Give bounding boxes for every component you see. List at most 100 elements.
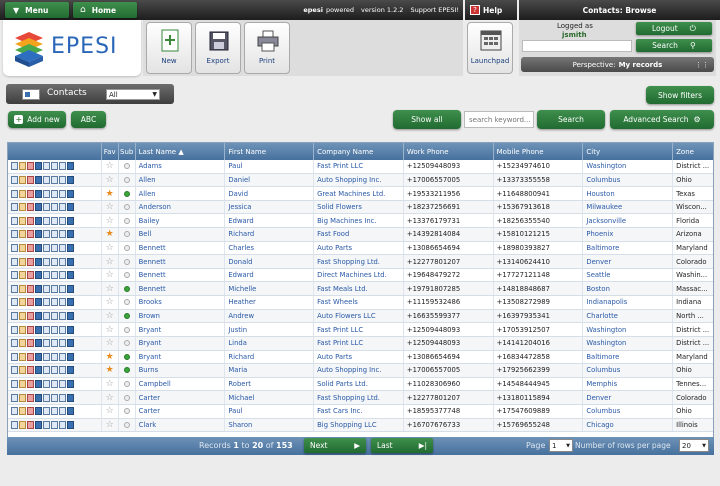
star-icon[interactable]: ☆ [106, 379, 114, 389]
page-select[interactable]: 1 ▼ [549, 439, 573, 452]
info-icon[interactable] [43, 284, 50, 293]
company-cell[interactable]: Big Shopping LLC [314, 418, 404, 432]
copy-icon[interactable] [35, 243, 42, 252]
edit-icon[interactable] [19, 352, 26, 361]
last-name-cell[interactable]: Bryant [136, 336, 226, 350]
star-icon[interactable]: ☆ [106, 243, 114, 253]
copy-icon[interactable] [35, 325, 42, 334]
calendar-icon[interactable] [59, 162, 66, 171]
first-name-cell[interactable]: Charles [225, 241, 315, 255]
company-cell[interactable]: Auto Shopping Inc. [314, 173, 404, 187]
table-row[interactable]: ★ Bryant Richard Auto Parts +13086654694 +168… [8, 350, 713, 365]
details-icon[interactable] [67, 284, 74, 293]
edit-icon[interactable] [19, 366, 26, 375]
last-name-cell[interactable]: Brooks [136, 296, 226, 309]
city-cell[interactable]: Seattle [583, 268, 674, 282]
delete-icon[interactable] [27, 284, 34, 293]
copy-icon[interactable] [35, 298, 42, 307]
user-search-button[interactable]: Search ⚲ [636, 39, 712, 52]
note-icon[interactable] [51, 298, 58, 307]
company-cell[interactable]: Solid Flowers [314, 200, 404, 214]
star-icon[interactable]: ☆ [106, 216, 114, 226]
subscribe-icon[interactable] [123, 313, 130, 319]
copy-icon[interactable] [35, 230, 42, 239]
delete-icon[interactable] [27, 257, 34, 266]
details-icon[interactable] [67, 393, 74, 402]
column-header-last-name[interactable]: Last Name ▲ [136, 143, 226, 160]
copy-icon[interactable] [35, 312, 42, 320]
table-row[interactable]: ☆ Campbell Robert Solid Parts Ltd. +11028306… [8, 377, 713, 392]
menu-button[interactable]: ▼ Menu [5, 2, 69, 18]
table-row[interactable]: ☆ Bennett Charles Auto Parts +13086654694 +18… [8, 241, 713, 256]
calendar-icon[interactable] [59, 298, 66, 307]
first-name-cell[interactable]: Paul [225, 404, 315, 418]
delete-icon[interactable] [27, 325, 34, 334]
note-icon[interactable] [51, 162, 58, 171]
subscribe-icon[interactable] [123, 258, 130, 265]
delete-icon[interactable] [27, 216, 34, 225]
edit-icon[interactable] [19, 243, 26, 252]
view-icon[interactable] [11, 325, 18, 334]
company-cell[interactable]: Fast Cars Inc. [314, 404, 404, 418]
table-row[interactable]: ☆ Brooks Heather Fast Wheels +11159532486 +13… [8, 296, 713, 310]
details-icon[interactable] [67, 271, 74, 280]
help-button[interactable]: ? Help [470, 3, 510, 17]
table-row[interactable]: ☆ Clark Sharon Big Shopping LLC +16707676733… [8, 418, 713, 433]
table-row[interactable]: ★ Bell Richard Fast Food +14392814084 +158101… [8, 228, 713, 242]
details-icon[interactable] [67, 366, 74, 375]
copy-icon[interactable] [35, 175, 42, 184]
details-icon[interactable] [67, 380, 74, 389]
delete-icon[interactable] [27, 312, 34, 320]
star-icon[interactable]: ★ [106, 352, 114, 362]
perspective-bar[interactable]: Perspective: My records ⋮⋮ [521, 57, 714, 72]
note-icon[interactable] [51, 230, 58, 239]
star-icon[interactable]: ☆ [106, 311, 114, 321]
details-icon[interactable] [67, 230, 74, 239]
star-icon[interactable]: ☆ [106, 161, 114, 171]
calendar-icon[interactable] [59, 407, 66, 416]
city-cell[interactable]: Indianapolis [583, 296, 674, 309]
first-name-cell[interactable]: Michael [225, 391, 315, 404]
edit-icon[interactable] [19, 325, 26, 334]
info-icon[interactable] [43, 339, 50, 348]
delete-icon[interactable] [27, 420, 34, 429]
details-icon[interactable] [67, 407, 74, 416]
star-icon[interactable]: ★ [106, 189, 114, 199]
note-icon[interactable] [51, 189, 58, 198]
calendar-icon[interactable] [59, 325, 66, 334]
table-row[interactable]: ☆ Brown Andrew Auto Flowers LLC +16635599377… [8, 309, 713, 324]
delete-icon[interactable] [27, 243, 34, 252]
edit-icon[interactable] [19, 271, 26, 280]
edit-icon[interactable] [19, 203, 26, 212]
subscribe-icon[interactable] [123, 231, 130, 238]
note-icon[interactable] [51, 366, 58, 375]
delete-icon[interactable] [27, 380, 34, 389]
last-name-cell[interactable]: Allen [136, 173, 226, 187]
delete-icon[interactable] [27, 339, 34, 348]
company-cell[interactable]: Fast Print LLC [314, 160, 404, 173]
note-icon[interactable] [51, 325, 58, 334]
star-icon[interactable]: ★ [106, 229, 114, 239]
subscribe-icon[interactable] [123, 244, 130, 251]
city-cell[interactable]: Denver [583, 391, 674, 404]
star-icon[interactable]: ☆ [106, 406, 114, 416]
last-name-cell[interactable]: Bennett [136, 241, 226, 255]
view-icon[interactable] [11, 420, 18, 429]
view-icon[interactable] [11, 271, 18, 280]
view-icon[interactable] [11, 407, 18, 416]
details-icon[interactable] [67, 420, 74, 429]
keyword-search-input[interactable] [464, 111, 534, 128]
note-icon[interactable] [51, 407, 58, 416]
details-icon[interactable] [67, 298, 74, 307]
copy-icon[interactable] [35, 257, 42, 266]
new-button[interactable]: New [146, 22, 192, 74]
copy-icon[interactable] [35, 189, 42, 198]
calendar-icon[interactable] [59, 393, 66, 402]
company-cell[interactable]: Fast Shopping Ltd. [314, 255, 404, 268]
info-icon[interactable] [43, 325, 50, 334]
last-name-cell[interactable]: Bryant [136, 350, 226, 364]
info-icon[interactable] [43, 407, 50, 416]
city-cell[interactable]: Washington [583, 323, 674, 336]
view-icon[interactable] [11, 339, 18, 348]
first-name-cell[interactable]: Paul [225, 160, 315, 173]
